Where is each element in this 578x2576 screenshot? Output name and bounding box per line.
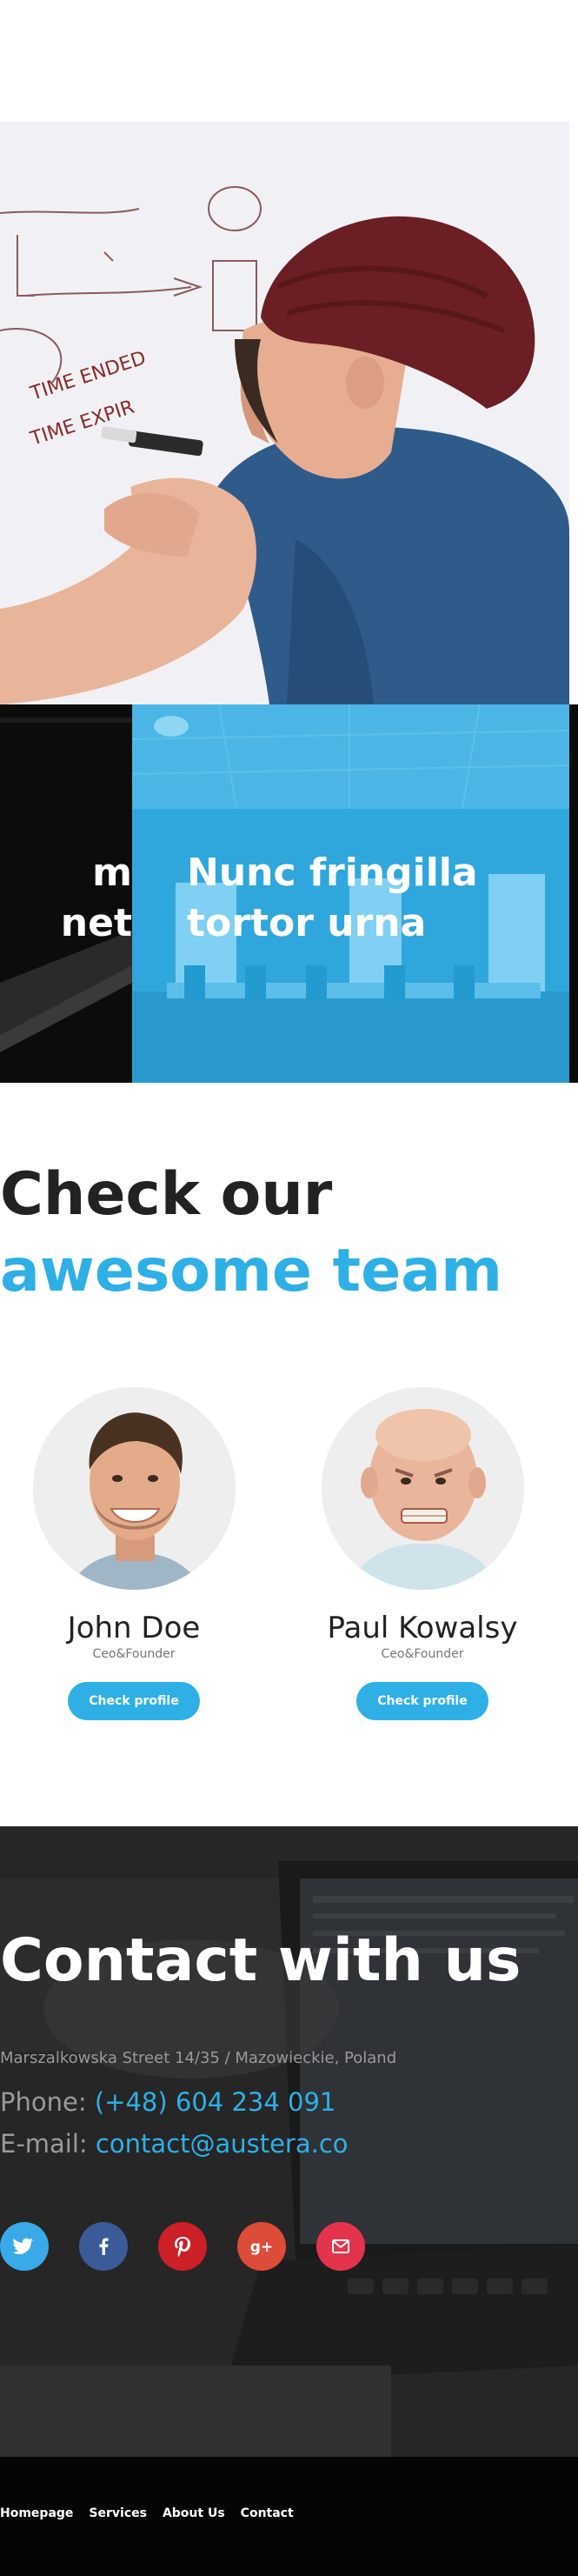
footer-link-homepage[interactable]: Homepage [0,2506,73,2520]
paul-kowalsy-portrait [321,1387,524,1590]
hero-photo-illustration: TIME ENDED TIME EXPIR [0,122,569,704]
member-role: Ceo&Founder [381,1647,464,1661]
footer-nav: Homepage Services About Us Contact [0,2506,294,2520]
svg-text:g+: g+ [250,2239,273,2256]
facebook-icon[interactable] [79,2222,128,2271]
phone-label: Phone: [0,2087,87,2117]
feature-tiles: m net Nunc fringilla tortor urna [0,704,578,1083]
tile-blue-line-2: tortor urna [187,901,427,945]
footer-link-services[interactable]: Services [89,2506,147,2520]
twitter-icon[interactable] [0,2222,49,2271]
email-link[interactable]: contact@austera.co [96,2129,349,2159]
feature-tile-blue: Nunc fringilla tortor urna [132,704,569,1083]
team-heading: Check our awesome team [0,1157,502,1310]
tile-blue-line-1: Nunc fringilla [187,851,478,895]
member-name: Paul Kowalsy [327,1611,518,1645]
contact-email: E-mail: contact@austera.co [0,2129,349,2159]
hero-image: TIME ENDED TIME EXPIR [0,122,569,704]
tile-dark-line-1: m [92,851,132,895]
team-heading-line-2: awesome team [0,1237,503,1305]
tile-edge-strip [569,704,578,1083]
avatar [321,1387,524,1590]
pinterest-icon[interactable] [158,2222,207,2271]
email-label: E-mail: [0,2129,88,2159]
team-member-card: John Doe Ceo&Founder Check profile [30,1387,238,1720]
footer: Homepage Services About Us Contact [0,2457,578,2576]
member-role: Ceo&Founder [92,1647,176,1661]
tile-dark-line-2: net [60,901,132,945]
member-name: John Doe [67,1611,201,1645]
contact-heading: Contact with us [0,1926,522,1995]
contact-address: Marszalkowska Street 14/35 / Mazowieckie… [0,2049,397,2067]
footer-link-contact[interactable]: Contact [241,2506,294,2520]
check-profile-button[interactable]: Check profile [356,1682,488,1720]
john-doe-portrait [32,1387,236,1590]
feature-tile-dark: m net [0,704,132,1083]
team-member-card: Paul Kowalsy Ceo&Founder Check profile [318,1387,527,1720]
avatar [32,1387,236,1590]
team-heading-line-1: Check our [0,1160,333,1229]
phone-link[interactable]: (+48) 604 234 091 [95,2087,336,2117]
footer-link-about-us[interactable]: About Us [163,2506,225,2520]
google-plus-icon[interactable]: g+ [237,2222,286,2271]
contact-phone: Phone: (+48) 604 234 091 [0,2087,336,2117]
contact-section: Contact with us Marszalkowska Street 14/… [0,1826,578,2457]
email-icon[interactable] [316,2222,365,2271]
check-profile-button[interactable]: Check profile [68,1682,200,1720]
